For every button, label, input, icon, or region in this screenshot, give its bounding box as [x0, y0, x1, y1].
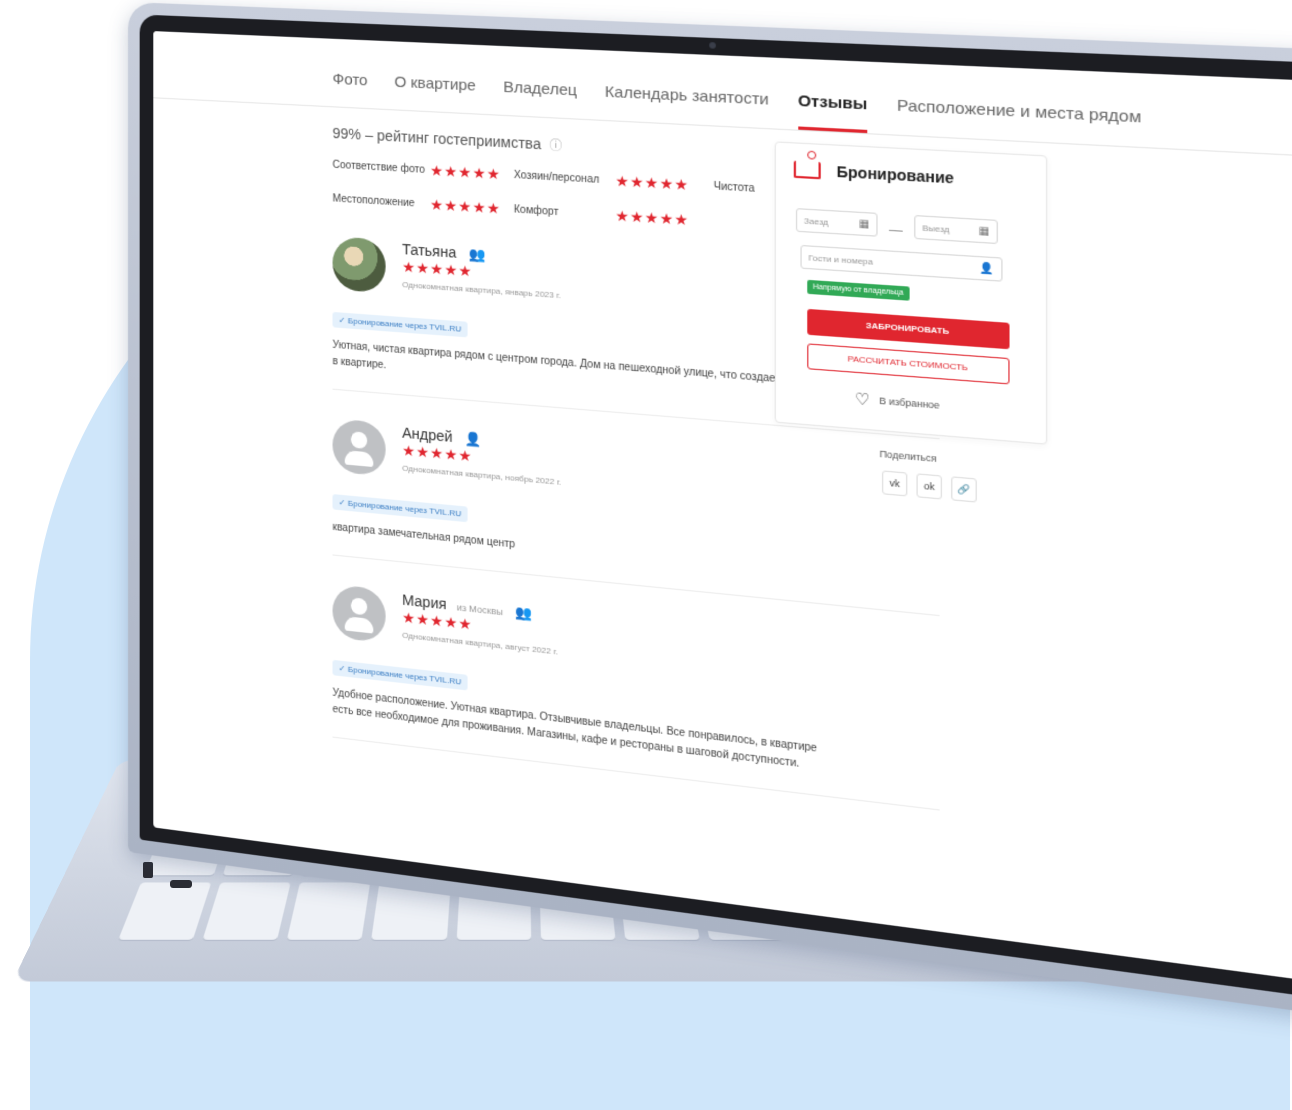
camera-icon — [709, 42, 716, 49]
date-separator: — — [888, 222, 903, 239]
verified-badge: ✓ Бронирование через TVIL.RU — [332, 659, 468, 691]
vk-icon[interactable]: vk — [882, 470, 908, 497]
guests-icon: 👥 — [468, 246, 486, 263]
tab-reviews[interactable]: Отзывы — [797, 92, 868, 134]
verified-badge: ✓ Бронирование через TVIL.RU — [332, 311, 468, 338]
tab-bar: Фото О квартире Владелец Календарь занят… — [153, 31, 1292, 159]
review-text: Уютная, чистая квартира рядом с центром … — [332, 339, 822, 389]
checkin-field[interactable]: Заезд ▦ — [796, 208, 878, 237]
avatar — [332, 236, 386, 294]
laptop-mockup: Фото О квартире Владелец Календарь занят… — [0, 0, 1292, 1023]
category-stars: ★★★★★ — [615, 207, 690, 229]
review-text: квартира замечательная рядом центр — [332, 521, 516, 551]
direct-owner-badge: Напрямую от владельца — [807, 279, 910, 301]
heart-icon: ♡ — [854, 390, 871, 410]
booking-panel: Бронирование Заезд ▦ — Выезд ▦ Гости и н… — [774, 141, 1048, 445]
favorite-label: В избранное — [879, 395, 940, 411]
category-stars: ★★★★★ — [430, 195, 501, 217]
bed-icon — [793, 160, 821, 180]
category-label: Местоположение — [332, 193, 415, 210]
calendar-icon: ▦ — [858, 218, 870, 231]
rating-title: 99% – рейтинг гостеприимства — [332, 124, 542, 153]
screen-bezel: Фото О квартире Владелец Календарь занят… — [139, 14, 1292, 1005]
laptop-lid: Фото О квартире Владелец Календарь занят… — [128, 2, 1292, 1023]
guests-placeholder: Гости и номера — [808, 252, 873, 267]
avatar — [332, 418, 386, 477]
tab-calendar[interactable]: Календарь занятости — [605, 83, 769, 128]
screen: Фото О квартире Владелец Календарь занят… — [153, 31, 1292, 986]
book-button[interactable]: ЗАБРОНИРОВАТЬ — [807, 308, 1010, 350]
checkin-placeholder: Заезд — [803, 216, 829, 228]
review-item: Мария из Москвы 👥 ★★★★★ Однокомнатная кв… — [332, 584, 940, 811]
checkout-field[interactable]: Выезд ▦ — [914, 215, 998, 245]
tab-about[interactable]: О квартире — [394, 73, 476, 113]
category-label: Комфорт — [513, 204, 559, 219]
category-label: Хозяин/персонал — [513, 169, 600, 187]
guests-icon: 👥 — [515, 604, 533, 622]
favorite-button[interactable]: ♡ В избранное — [855, 389, 940, 415]
link-icon[interactable]: 🔗 — [951, 476, 977, 503]
info-icon[interactable]: ⓘ — [549, 138, 562, 153]
guests-field[interactable]: Гости и номера 👤 — [800, 244, 1003, 282]
usb-c-port — [170, 880, 192, 888]
verified-badge: ✓ Бронирование через TVIL.RU — [332, 494, 468, 523]
user-icon: 👤 — [979, 262, 995, 276]
booking-title: Бронирование — [836, 162, 954, 187]
category-label: Соответствие фото — [332, 159, 425, 177]
ok-icon[interactable]: ok — [916, 473, 942, 500]
calculate-price-button[interactable]: РАССЧИТАТЬ СТОИМОСТЬ — [807, 343, 1010, 385]
tab-photo[interactable]: Фото — [333, 70, 368, 108]
category-stars: ★★★★★ — [615, 172, 690, 194]
booking-header: Бронирование — [793, 160, 954, 187]
category-stars: ★★★★★ — [430, 161, 501, 183]
calendar-icon: ▦ — [978, 225, 990, 239]
tab-location[interactable]: Расположение и места рядом — [897, 97, 1141, 147]
checkout-placeholder: Выезд — [922, 223, 950, 235]
usb-port — [143, 862, 153, 878]
avatar — [332, 584, 386, 644]
guest-icon: 👤 — [464, 430, 482, 448]
tab-owner[interactable]: Владелец — [503, 78, 577, 118]
review-text: Удобное расположение. Уютная квартира. О… — [332, 687, 817, 771]
